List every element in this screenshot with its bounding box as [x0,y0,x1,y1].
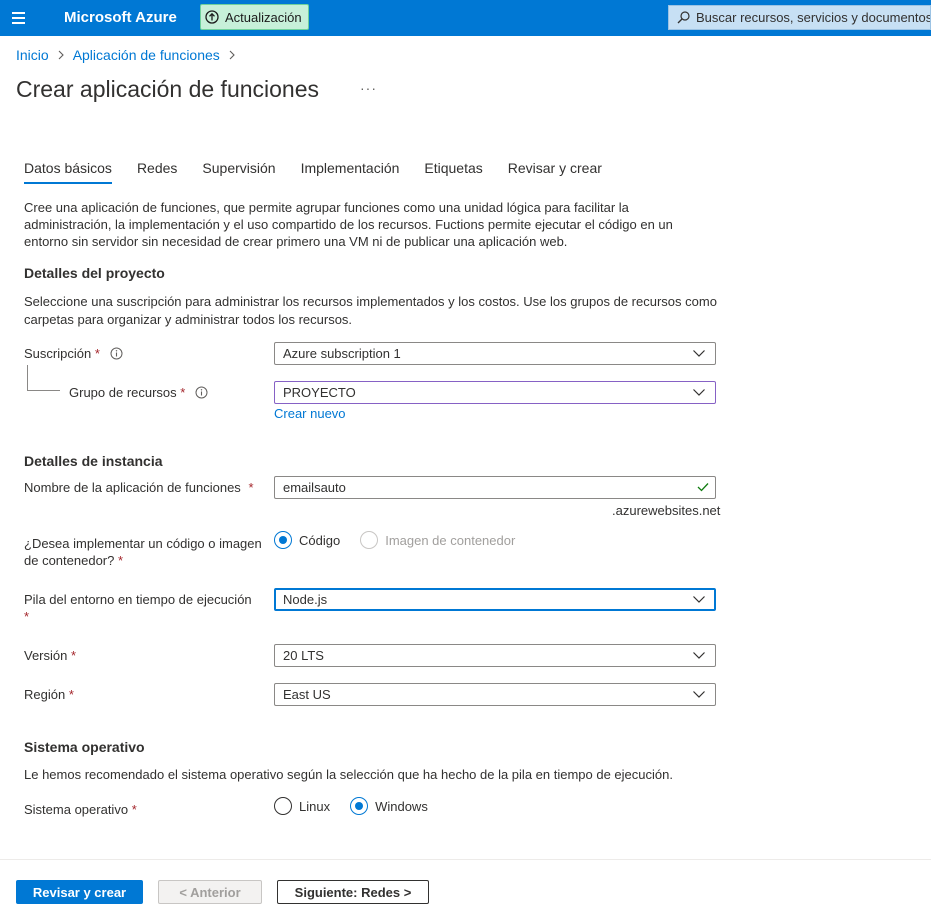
resource-group-select[interactable]: PROYECTO [274,381,716,404]
required-mark: * [180,385,186,400]
required-mark: * [24,609,30,624]
radio-windows[interactable]: Windows [350,797,428,815]
tree-connector [27,365,60,391]
tab-bar: Datos básicos Redes Supervisión Implemen… [24,160,627,184]
global-search-input[interactable]: Buscar recursos, servicios y documentos [668,5,931,30]
instance-details-title: Detalles de instancia [24,453,163,469]
radio-windows-indicator[interactable] [350,797,369,815]
breadcrumb: Inicio Aplicación de funciones [16,47,236,63]
version-value: 20 LTS [283,648,324,663]
required-mark: * [131,802,137,817]
required-mark: * [68,687,74,702]
required-mark: * [248,480,254,495]
arrow-up-circle-icon [205,10,219,24]
region-label: Región * [24,687,74,702]
chevron-right-icon [229,50,235,60]
radio-linux[interactable]: Linux [274,797,330,815]
required-mark: * [117,553,124,568]
previous-button: < Anterior [158,880,262,904]
resource-group-value: PROYECTO [283,385,356,400]
radio-code[interactable]: Código [274,531,340,549]
footer-action-bar: Revisar y crear < Anterior Siguiente: Re… [0,859,931,913]
chevron-down-icon [693,691,705,698]
update-label: Actualización [225,9,302,25]
version-select[interactable]: 20 LTS [274,644,716,667]
runtime-stack-label: Pila del entorno en tiempo de ejecución … [24,592,252,624]
menu-icon[interactable] [10,9,28,27]
intro-text: Cree una aplicación de funciones, que pe… [24,200,673,249]
breadcrumb-home[interactable]: Inicio [16,47,49,63]
tab-basics[interactable]: Datos básicos [24,160,112,184]
function-app-name-input[interactable]: emailsauto [274,476,716,499]
create-new-link[interactable]: Crear nuevo [274,406,346,421]
project-details-title: Detalles del proyecto [24,265,165,281]
function-app-name-value: emailsauto [283,480,346,495]
chevron-down-icon [693,389,705,396]
region-value: East US [283,687,331,702]
runtime-stack-value: Node.js [283,592,328,607]
required-mark: * [94,346,100,361]
radio-linux-indicator[interactable] [274,797,292,815]
os-label: Sistema operativo * [24,802,137,817]
top-bar: Microsoft Azure Actualización Buscar rec… [0,0,931,36]
brand-title[interactable]: Microsoft Azure [64,9,177,26]
radio-code-indicator[interactable] [274,531,292,549]
review-create-button[interactable]: Revisar y crear [16,880,143,904]
resource-group-label: Grupo de recursos * [69,384,208,401]
function-app-name-label: Nombre de la aplicación de funciones * [24,480,254,495]
chevron-down-icon [693,350,705,357]
breadcrumb-function-app[interactable]: Aplicación de funciones [73,47,220,63]
required-mark: * [71,648,77,663]
chevron-down-icon [693,596,705,603]
project-details-description: Seleccione una suscripción para administ… [24,294,717,327]
search-placeholder: Buscar recursos, servicios y documentos [696,10,931,25]
runtime-stack-select[interactable]: Node.js [274,588,716,611]
subscription-label: Suscripción * [24,345,123,362]
radio-container-indicator [360,531,379,549]
os-radio-group: Linux Windows [274,797,448,815]
region-select[interactable]: East US [274,683,716,706]
radio-container-image: Imagen de contenedor [360,531,515,549]
os-description: Le hemos recomendado el sistema operativ… [24,767,673,782]
page-title: Crear aplicación de funciones [16,76,320,102]
deploy-type-label: ¿Desea implementar un código o imagen de… [24,536,262,568]
update-button[interactable]: Actualización [200,4,309,30]
chevron-down-icon [693,652,705,659]
tab-review-create[interactable]: Revisar y crear [508,160,602,184]
subscription-select[interactable]: Azure subscription 1 [274,342,716,365]
checkmark-icon [697,483,709,492]
deploy-type-radio-group: Código Imagen de contenedor [274,531,535,549]
domain-suffix: .azurewebsites.net [612,503,721,518]
info-icon[interactable] [195,386,208,399]
subscription-value: Azure subscription 1 [283,346,401,361]
info-icon[interactable] [110,347,123,360]
tab-tags[interactable]: Etiquetas [424,160,482,184]
tab-networking[interactable]: Redes [137,160,177,184]
tab-deployment[interactable]: Implementación [301,160,400,184]
next-networking-button[interactable]: Siguiente: Redes > [277,880,429,904]
search-icon [677,11,690,24]
os-section-title: Sistema operativo [24,739,145,755]
tab-monitoring[interactable]: Supervisión [202,160,275,184]
more-options-button[interactable]: ··· [360,80,377,96]
chevron-right-icon [58,50,64,60]
version-label: Versión * [24,648,77,663]
